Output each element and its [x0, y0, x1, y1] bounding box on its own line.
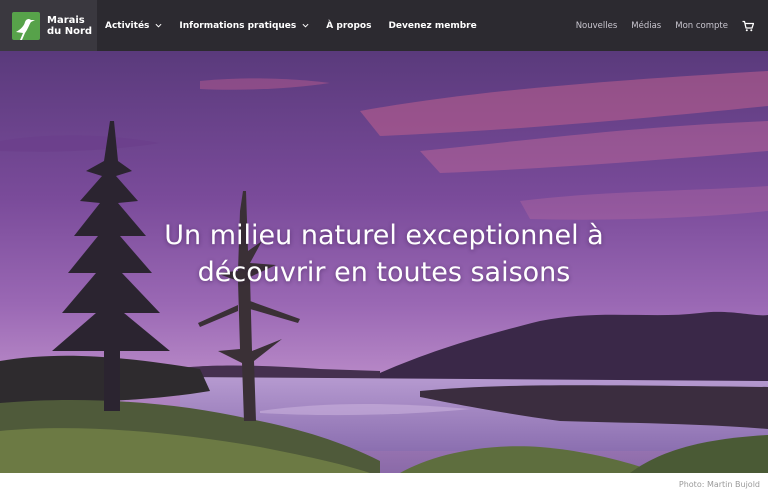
brand-line-1: Marais: [47, 14, 85, 26]
chevron-down-icon: [155, 23, 162, 28]
nav-item-label: À propos: [326, 20, 372, 31]
nav-item-label: Informations pratiques: [179, 20, 297, 31]
shopping-cart-icon[interactable]: [742, 20, 754, 32]
hero-banner: Un milieu naturel exceptionnel à découvr…: [0, 51, 768, 473]
heron-logo-icon: [12, 11, 40, 40]
hero-headline-line-1: Un milieu naturel exceptionnel à: [164, 220, 604, 251]
nav-item-activites[interactable]: Activités: [105, 21, 162, 31]
nav-item-label: Devenez membre: [388, 20, 477, 31]
top-navbar: Marais du Nord Activités Informations pr…: [0, 0, 768, 51]
nav-item-label: Activités: [105, 20, 150, 31]
brand-name: Marais du Nord: [47, 15, 92, 37]
nav-link-medias[interactable]: Médias: [631, 21, 661, 31]
nav-item-informations-pratiques[interactable]: Informations pratiques: [179, 21, 309, 31]
nav-item-devenez-membre[interactable]: Devenez membre: [388, 21, 476, 31]
nav-link-nouvelles[interactable]: Nouvelles: [576, 21, 618, 31]
hero-headline-line-2: découvrir en toutes saisons: [197, 257, 571, 288]
primary-nav: Activités Informations pratiques À propo…: [105, 21, 494, 31]
nav-link-mon-compte[interactable]: Mon compte: [675, 21, 728, 31]
brand-line-2: du Nord: [47, 25, 93, 37]
photo-credit: Photo: Martin Bujold: [678, 480, 760, 489]
hero-headline: Un milieu naturel exceptionnel à découvr…: [84, 217, 684, 291]
nav-item-a-propos[interactable]: À propos: [326, 21, 371, 31]
chevron-down-icon: [302, 23, 309, 28]
secondary-nav: Nouvelles Médias Mon compte: [562, 20, 768, 32]
brand-home-link[interactable]: Marais du Nord: [0, 0, 97, 51]
